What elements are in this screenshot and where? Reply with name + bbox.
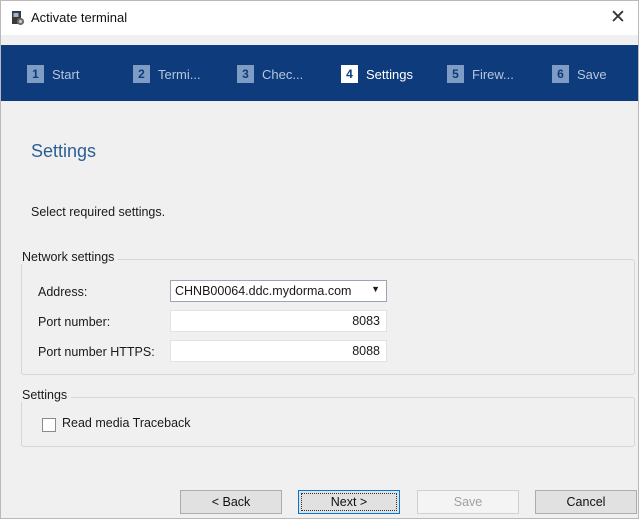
network-settings-title: Network settings	[18, 250, 119, 264]
step-label: Firew...	[472, 66, 514, 82]
address-dropdown[interactable]: CHNB00064.ddc.mydorma.com ▼	[170, 280, 387, 302]
read-media-traceback-label[interactable]: Read media Traceback	[62, 416, 191, 430]
settings-group: Settings Read media Traceback	[18, 388, 635, 447]
step-save[interactable]: 6 Save	[552, 65, 607, 83]
step-terminal[interactable]: 2 Termi...	[133, 65, 201, 83]
back-button[interactable]: < Back	[180, 490, 282, 514]
step-label: Save	[577, 66, 607, 82]
port-https-field[interactable]: 8088	[170, 340, 387, 362]
save-button: Save	[417, 490, 519, 514]
step-number: 3	[237, 65, 254, 83]
step-number: 4	[341, 65, 358, 83]
chevron-down-icon: ▼	[371, 284, 380, 294]
port-number-label: Port number:	[38, 315, 111, 329]
port-https-label: Port number HTTPS:	[38, 345, 155, 359]
address-label: Address:	[38, 285, 88, 299]
step-label: Settings	[366, 66, 413, 82]
step-label: Termi...	[158, 66, 201, 82]
page-subtitle: Select required settings.	[31, 205, 166, 219]
app-icon	[12, 11, 25, 26]
step-label: Start	[52, 66, 80, 82]
activate-terminal-dialog: Activate terminal ✕ 1 Start 2 Termi... 3…	[0, 0, 639, 519]
next-button[interactable]: Next >	[298, 490, 400, 514]
step-label: Chec...	[262, 66, 304, 82]
step-firewall[interactable]: 5 Firew...	[447, 65, 514, 83]
read-media-traceback-checkbox[interactable]	[42, 418, 56, 432]
focus-ring	[301, 493, 397, 511]
title-bar: Activate terminal ✕	[1, 1, 638, 35]
step-number: 6	[552, 65, 569, 83]
settings-group-title: Settings	[18, 388, 72, 402]
port-number-field[interactable]: 8083	[170, 310, 387, 332]
window-title: Activate terminal	[31, 10, 128, 25]
step-number: 5	[447, 65, 464, 83]
wizard-content: Settings Select required settings. Netwo…	[1, 101, 638, 481]
step-number: 1	[27, 65, 44, 83]
step-start[interactable]: 1 Start	[27, 65, 79, 83]
wizard-step-bar: 1 Start 2 Termi... 3 Chec... 4 Settings …	[1, 45, 638, 101]
button-bar: < Back Next > Save Cancel	[1, 481, 638, 518]
network-settings-group: Network settings Address: CHNB00064.ddc.…	[18, 250, 635, 375]
cancel-button[interactable]: Cancel	[535, 490, 637, 514]
page-title: Settings	[31, 141, 97, 161]
step-check[interactable]: 3 Chec...	[237, 65, 303, 83]
close-icon[interactable]: ✕	[598, 1, 638, 35]
step-settings[interactable]: 4 Settings	[341, 65, 413, 83]
address-value: CHNB00064.ddc.mydorma.com	[175, 284, 352, 298]
step-number: 2	[133, 65, 150, 83]
